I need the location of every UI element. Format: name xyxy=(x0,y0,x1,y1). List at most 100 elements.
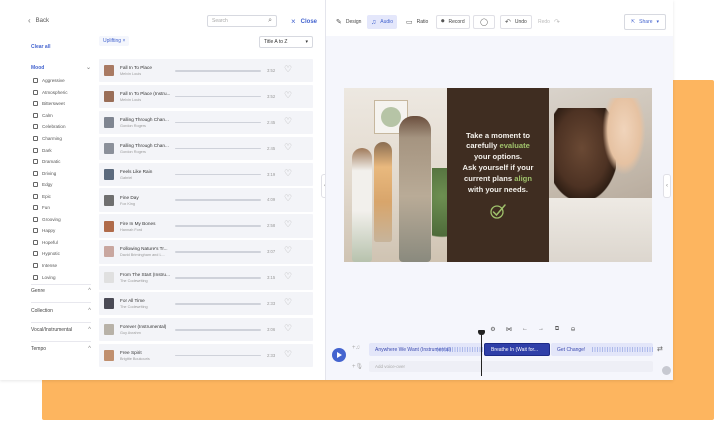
checkbox[interactable] xyxy=(33,78,38,84)
record-tool[interactable]: ⏺ Record xyxy=(436,15,470,29)
checkbox[interactable] xyxy=(33,251,38,257)
track-row[interactable]: For All Time The Codewriting 2:33 ♡ xyxy=(99,292,313,316)
checkbox[interactable] xyxy=(33,216,38,222)
share-button[interactable]: ⇱ Share ▾ xyxy=(624,14,666,30)
heart-icon[interactable]: ♡ xyxy=(284,323,292,333)
music-add-icon[interactable]: +♫ xyxy=(352,345,360,351)
mood-option[interactable]: Intense xyxy=(33,260,68,272)
clear-all-button[interactable]: Clear all xyxy=(31,44,50,50)
group-header-vocal-instrumental[interactable]: Vocal/Instrumental ^ xyxy=(31,327,91,333)
mood-option[interactable]: Aggressive xyxy=(33,75,68,87)
arrow-left-icon[interactable]: ← xyxy=(520,326,530,333)
track-row[interactable]: Fall In To Place (Instru... Melvin Louis 3… xyxy=(99,84,313,109)
heart-icon[interactable]: ♡ xyxy=(284,168,292,178)
track-row[interactable]: Following Nature's Tr... David Brimingham… xyxy=(99,240,313,264)
expand-panel-handle[interactable]: ‹ xyxy=(663,174,671,198)
play-button[interactable] xyxy=(332,348,346,362)
checkbox[interactable] xyxy=(33,170,38,176)
track-progress[interactable] xyxy=(175,199,261,202)
redo-button[interactable]: Redo ↷ xyxy=(534,15,564,29)
checkbox[interactable] xyxy=(33,124,38,130)
loop-icon[interactable]: ⇄ xyxy=(657,345,663,353)
mood-option[interactable]: Dramatic xyxy=(33,156,68,168)
mood-option[interactable]: Happy xyxy=(33,225,68,237)
group-header-tempo[interactable]: Tempo ^ xyxy=(31,346,91,352)
delete-icon[interactable]: ⊖ xyxy=(568,326,578,333)
checkbox[interactable] xyxy=(33,147,38,153)
heart-icon[interactable]: ♡ xyxy=(284,90,292,100)
track-progress[interactable] xyxy=(175,225,261,227)
arrow-right-icon[interactable]: → xyxy=(536,326,546,333)
checkbox[interactable] xyxy=(33,159,38,165)
checkbox[interactable] xyxy=(33,112,38,118)
settings-icon[interactable]: ⚙ xyxy=(488,326,498,333)
track-progress[interactable] xyxy=(175,173,261,176)
checkbox[interactable] xyxy=(33,274,38,280)
heart-icon[interactable]: ♡ xyxy=(284,349,292,359)
audio-clip[interactable]: Get Change! xyxy=(551,343,653,356)
track-progress[interactable] xyxy=(175,251,261,253)
checkbox[interactable] xyxy=(33,101,38,107)
track-row[interactable]: Fall In To Place Melvin Louis 3:52 ♡ xyxy=(99,59,313,83)
track-progress[interactable] xyxy=(175,95,261,98)
mic-add-icon[interactable]: +🎙 xyxy=(352,363,363,370)
heart-icon[interactable]: ♡ xyxy=(284,142,292,152)
heart-icon[interactable]: ♡ xyxy=(284,272,292,281)
mood-option[interactable]: Calm xyxy=(33,110,68,122)
heart-icon[interactable]: ♡ xyxy=(284,65,292,74)
split-icon[interactable]: ⋈ xyxy=(504,326,514,333)
audio-clip[interactable]: Anywhere We Want (Instrumental) xyxy=(369,343,483,356)
mood-option[interactable]: Hopeful xyxy=(33,237,68,249)
track-row[interactable]: Feels Like Rain Gabriel 3:19 ♡ xyxy=(99,162,313,186)
playhead[interactable] xyxy=(481,332,482,376)
mood-option[interactable]: Dark xyxy=(33,144,68,156)
audio-tool[interactable]: ♫ Audio xyxy=(367,15,398,29)
heart-icon[interactable]: ♡ xyxy=(284,298,292,307)
checkbox[interactable] xyxy=(33,263,38,269)
track-row[interactable]: Falling Through Chan... Gordon Rogers 2:45… xyxy=(99,136,313,161)
duplicate-icon[interactable]: ⧉ xyxy=(552,326,562,333)
mood-group-header[interactable]: Mood ⌄ xyxy=(31,64,91,72)
filter-chip[interactable]: Uplifting × xyxy=(99,36,130,46)
heart-icon[interactable]: ♡ xyxy=(284,246,292,255)
track-progress[interactable] xyxy=(175,303,261,305)
mood-option[interactable]: Epic xyxy=(33,190,68,202)
track-progress[interactable] xyxy=(175,328,261,331)
comment-tool[interactable]: ◯ xyxy=(473,15,495,29)
mood-option[interactable]: Edgy xyxy=(33,179,68,191)
checkbox[interactable] xyxy=(33,205,38,211)
mood-option[interactable]: Grooving xyxy=(33,214,68,226)
mood-option[interactable]: Hypnotic xyxy=(33,248,68,260)
back-button[interactable]: ‹ Back xyxy=(28,16,49,25)
track-progress[interactable] xyxy=(175,354,261,357)
track-row[interactable]: Falling Through Chan... Gordon Rogers 2:45… xyxy=(99,110,313,135)
heart-icon[interactable]: ♡ xyxy=(284,116,292,126)
checkbox[interactable] xyxy=(33,182,38,188)
audio-clip-selected[interactable]: Breathe In (Wait for... xyxy=(484,343,550,356)
track-row[interactable]: Fine Day Fox King 4:09 ♡ xyxy=(99,188,313,212)
message-panel[interactable]: Take a moment to carefully evaluate your… xyxy=(447,88,549,262)
sort-select[interactable]: Title A to Z ▾ xyxy=(259,36,313,48)
voiceover-track[interactable]: Add voice-over xyxy=(369,361,653,372)
mood-option[interactable]: Celebration xyxy=(33,121,68,133)
mood-option[interactable]: Atmospheric xyxy=(33,87,68,99)
ratio-tool[interactable]: ▭ Ratio xyxy=(402,15,432,29)
search-input[interactable]: Search ⌕ xyxy=(207,15,277,27)
close-button[interactable]: × Close xyxy=(291,17,317,26)
remove-chip-icon[interactable]: × xyxy=(122,38,125,44)
checkbox[interactable] xyxy=(33,193,38,199)
checkbox[interactable] xyxy=(33,89,38,95)
heart-icon[interactable]: ♡ xyxy=(284,220,292,229)
mood-option[interactable]: Charming xyxy=(33,133,68,145)
group-header-collection[interactable]: Collection ^ xyxy=(31,308,91,314)
undo-button[interactable]: ↶ Undo xyxy=(500,15,532,29)
track-progress[interactable] xyxy=(175,121,261,124)
mood-option[interactable]: Loving xyxy=(33,271,68,283)
group-header-genre[interactable]: Genre ^ xyxy=(31,288,91,294)
heart-icon[interactable]: ♡ xyxy=(284,194,292,203)
track-row[interactable]: From The Start (Instru... The Codewriting… xyxy=(99,266,313,290)
track-row[interactable]: Forever (Instrumental) Guy Avrahm 3:06 ♡ xyxy=(99,317,313,342)
checkbox[interactable] xyxy=(33,136,38,141)
mood-option[interactable]: Driving xyxy=(33,167,68,179)
track-row[interactable]: Fire In My Bones Hannah Ford 2:58 ♡ xyxy=(99,214,313,238)
